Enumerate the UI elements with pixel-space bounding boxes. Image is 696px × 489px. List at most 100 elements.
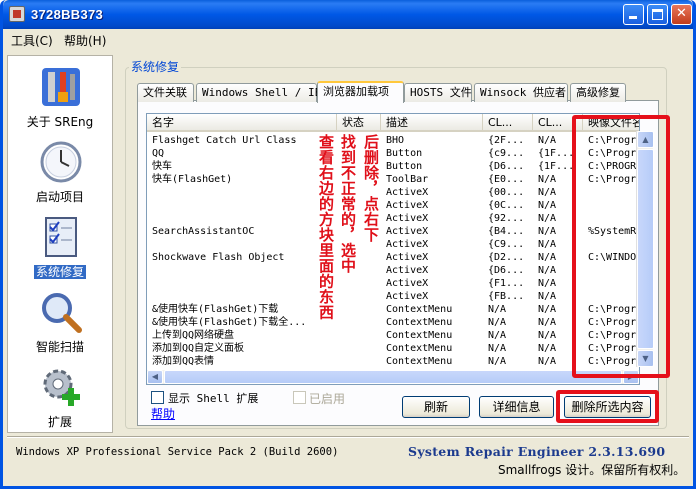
cell-clsid: {D6... (488, 265, 525, 276)
cell-clsid: {C9... (488, 239, 525, 250)
minimize-button[interactable] (623, 4, 644, 25)
table-row[interactable]: Flashget Catch Url Class BHO {2F... N/A C:\P… (147, 134, 639, 147)
cell-description: ContextMenu (386, 343, 453, 354)
list-header: 名字 状态 描述 CL... CL... 映像文件名 (147, 114, 639, 132)
cell-status (337, 277, 381, 290)
show-shell-ext-checkbox[interactable] (151, 391, 164, 404)
cell-name (147, 186, 337, 199)
cell-name (147, 277, 337, 290)
table-row[interactable]: 添加到QQ自定义面板 ContextMenu N/A N/A C:\Progra (147, 342, 639, 355)
copyright-text: Smallfrogs 设计。保留所有权利。 (498, 463, 686, 477)
cell-name: 添加到QQ自定义面板 (152, 343, 245, 354)
cell-name: &使用快车(FlashGet)下载全... (152, 317, 307, 328)
horizontal-scrollbar[interactable]: ◀ ▶ (147, 370, 639, 384)
sidebar-item-system-repair[interactable]: 系统修复 (8, 210, 112, 285)
addon-list[interactable]: 名字 状态 描述 CL... CL... 映像文件名 Flashget Catc… (146, 113, 640, 385)
table-row[interactable]: QQ Button {c9... {1F... C:\Progra (147, 147, 639, 160)
cell-name (147, 238, 337, 251)
sidebar-item-label: 启动项目 (35, 190, 84, 204)
table-row[interactable]: ActiveX {D6... N/A (147, 264, 627, 277)
tab-windows-shell-ie[interactable]: Windows Shell / IE (196, 83, 321, 102)
menu-help[interactable]: 帮助(H) (64, 32, 106, 49)
cell-clsid: {0C... (488, 200, 525, 211)
table-row[interactable]: 快车 Button {D6... {1F... C:\PROGRA (147, 160, 639, 173)
group-title: 系统修复 (129, 58, 182, 75)
cell-clsid: N/A (488, 330, 507, 341)
cell-name: 快车 (152, 161, 172, 172)
status-separator (7, 436, 689, 438)
tab-winsock[interactable]: Winsock 供应者 (474, 83, 568, 102)
sidebar-item-about[interactable]: 关于 SREng (8, 60, 112, 135)
cell-description: ActiveX (386, 252, 429, 263)
cell-name: &使用快车(FlashGet)下载 (152, 304, 279, 315)
scroll-left-button[interactable]: ◀ (147, 370, 163, 384)
cell-clsid: {B4... (488, 226, 525, 237)
tab-browser-addons[interactable]: 浏览器加载项 (317, 81, 404, 103)
cell-clsid: {E0... (488, 174, 525, 185)
details-button[interactable]: 详细信息 (479, 396, 554, 418)
cell-name: Flashget Catch Url Class (152, 135, 297, 146)
tab-advanced-repair[interactable]: 高级修复 (570, 83, 626, 102)
table-row[interactable]: ActiveX {FB... N/A (147, 290, 627, 303)
sidebar-item-smart-scan[interactable]: 智能扫描 (8, 285, 112, 360)
maximize-button[interactable] (647, 4, 668, 25)
table-row[interactable]: ActiveX {00... N/A (147, 186, 627, 199)
table-row[interactable]: 添加到QQ表情 ContextMenu N/A N/A C:\Progra (147, 355, 639, 368)
window-title: 3728BB373 (31, 7, 104, 22)
column-header-status[interactable]: 状态 (337, 114, 381, 132)
cell-description: ActiveX (386, 200, 429, 211)
cell-description: ActiveX (386, 226, 429, 237)
column-header-name[interactable]: 名字 (147, 114, 337, 132)
table-row[interactable]: ActiveX {0C... N/A (147, 199, 627, 212)
scroll-thumb-horizontal[interactable] (164, 370, 622, 384)
sidebar-item-extensions[interactable]: 扩展 (8, 360, 112, 435)
close-button[interactable]: ✕ (671, 4, 692, 25)
table-row[interactable]: ActiveX {F1... N/A (147, 277, 627, 290)
cell-description: Button (386, 161, 423, 172)
enabled-checkbox[interactable] (293, 391, 306, 404)
gear-plus-icon (43, 369, 80, 406)
column-header-description[interactable]: 描述 (381, 114, 483, 132)
cell-description: Button (386, 148, 423, 159)
cell-clsid: {00... (488, 187, 525, 198)
cell-description: ActiveX (386, 187, 429, 198)
cell-name: QQ (152, 148, 165, 159)
cell-description: ActiveX (386, 213, 429, 224)
table-row[interactable]: SearchAssistantOC ActiveX {B4... N/A %System… (147, 225, 639, 238)
maximize-icon (652, 9, 663, 20)
sidebar-item-label: 关于 SREng (26, 115, 94, 129)
title-bar[interactable]: 3728BB373 ✕ (3, 0, 693, 29)
cell-clsid: N/A (488, 304, 507, 315)
cell-name (147, 199, 337, 212)
table-row[interactable]: ActiveX {C9... N/A (147, 238, 627, 251)
tab-file-association[interactable]: 文件关联 (137, 83, 194, 102)
table-row[interactable]: &使用快车(FlashGet)下载 ContextMenu N/A N/A C:\Pro… (147, 303, 639, 316)
column-header-clsid[interactable]: CL... (483, 114, 533, 132)
refresh-button[interactable]: 刷新 (402, 396, 470, 418)
cell-description: ContextMenu (386, 317, 453, 328)
cell-description: ActiveX (386, 278, 429, 289)
cell-name: 添加到QQ表情 (152, 356, 215, 367)
table-row[interactable]: 快车(FlashGet) ToolBar {E0... N/A C:\Progra (147, 173, 639, 186)
cell-status (337, 303, 381, 316)
table-row[interactable]: Shockwave Flash Object ActiveX {D2... N/A C:… (147, 251, 639, 264)
cell-description: ContextMenu (386, 330, 453, 341)
cell-clsid: N/A (488, 343, 507, 354)
tab-hosts-file[interactable]: HOSTS 文件 (404, 83, 472, 102)
table-row[interactable]: &使用快车(FlashGet)下载全... ContextMenu N/A N/A C:… (147, 316, 639, 329)
cell-name: Shockwave Flash Object (152, 252, 285, 263)
cell-description: BHO (386, 135, 405, 146)
cell-description: ActiveX (386, 265, 429, 276)
table-row[interactable]: ActiveX {92... N/A (147, 212, 627, 225)
table-row[interactable]: 上传到QQ网络硬盘 ContextMenu N/A N/A C:\Progra (147, 329, 639, 342)
help-link[interactable]: 帮助 (151, 405, 175, 422)
delete-selected-button[interactable]: 删除所选内容 (564, 396, 651, 418)
cell-status (337, 290, 381, 303)
cell-status (337, 329, 381, 342)
cell-clsid: N/A (488, 356, 507, 367)
menu-tools[interactable]: 工具(C) (11, 32, 53, 49)
sidebar-item-startup[interactable]: 启动项目 (8, 135, 112, 210)
cell-status (337, 316, 381, 329)
sidebar: 关于 SREng 启动项目 系统修复 智能扫描 扩展 (7, 55, 113, 433)
product-name: System Repair Engineer 2.3.13.690 (408, 444, 666, 459)
